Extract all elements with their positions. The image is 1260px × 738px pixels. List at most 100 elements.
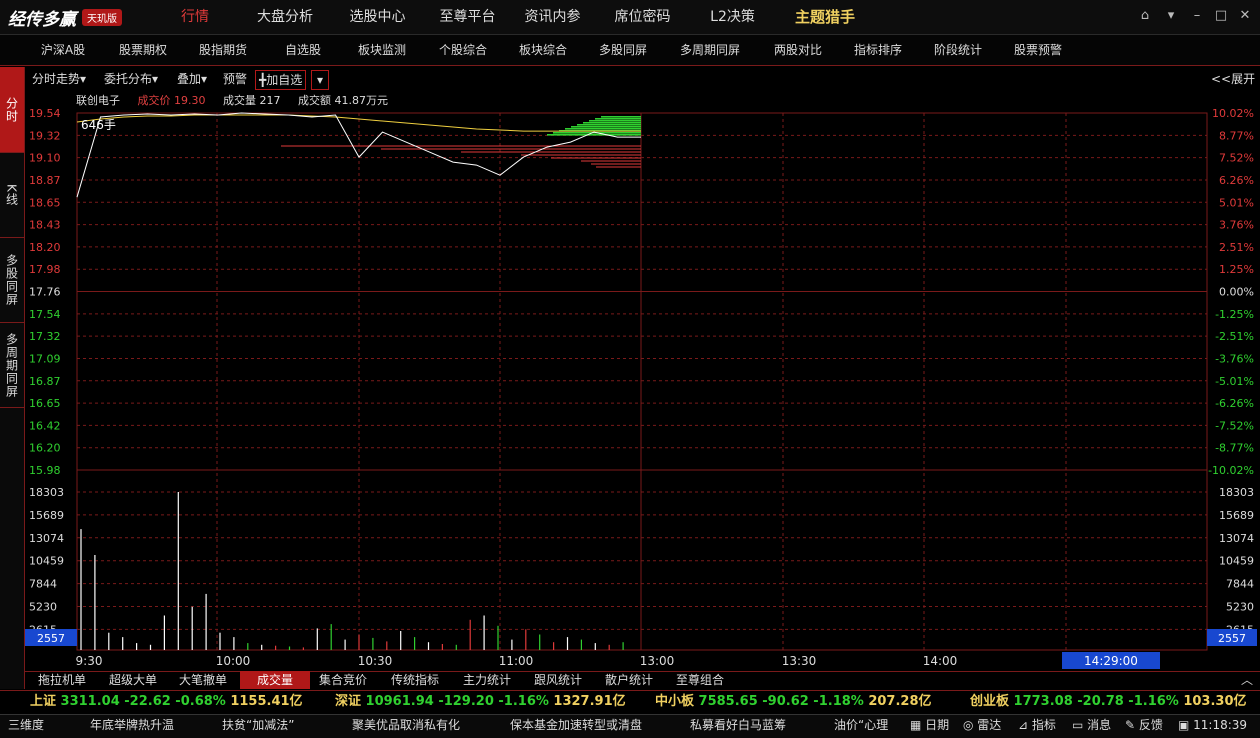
price-tick-label: 17.76 — [29, 286, 61, 299]
news-item-0[interactable]: 三维度 — [8, 714, 44, 737]
time-tick-label: 13:30 — [782, 654, 817, 668]
volume-tick-label-right: 7844 — [1226, 578, 1254, 591]
time-tick-label: 9:30 — [76, 654, 103, 668]
bottom-tab-4[interactable]: 集合竞价 — [311, 671, 375, 689]
bottom-tab-9[interactable]: 至尊组合 — [668, 671, 732, 689]
news-item-1[interactable]: 年底举牌热升温 — [90, 714, 174, 737]
bottom-tab-6[interactable]: 主力统计 — [455, 671, 519, 689]
pct-tick-label: -6.26% — [1215, 397, 1254, 410]
index-amount: 1327.91亿 — [553, 694, 626, 709]
collapse-icon[interactable]: ︿ — [1241, 671, 1253, 688]
time-tick-label: 10:00 — [216, 654, 251, 668]
index-name: 深证 — [335, 694, 366, 709]
news-item-2[interactable]: 扶贫“加减法” — [222, 714, 294, 737]
pct-tick-label: -8.77% — [1215, 442, 1254, 455]
bottom-tab-1[interactable]: 超级大单 — [101, 671, 165, 689]
pct-tick-label: -3.76% — [1215, 352, 1254, 365]
volume-tick-label-right: 10459 — [1219, 555, 1254, 568]
index-3[interactable]: 创业板 1773.08 -20.78 -1.16% 103.30亿 — [970, 690, 1247, 714]
price-tick-label: 19.54 — [29, 107, 61, 120]
pct-tick-label: 2.51% — [1219, 241, 1254, 254]
message-icon[interactable]: ▭ 消息 — [1072, 714, 1111, 737]
index-value: 3311.04 -22.62 -0.68% — [60, 694, 231, 709]
volume-current-left: 2557 — [37, 632, 65, 645]
bottom-tab-8[interactable]: 散户统计 — [597, 671, 661, 689]
price-tick-label: 18.20 — [29, 241, 61, 254]
index-2[interactable]: 中小板 7585.65 -90.62 -1.18% 207.28亿 — [655, 690, 932, 714]
price-tick-label: 19.10 — [29, 152, 61, 165]
pct-tick-label: -7.52% — [1215, 419, 1254, 432]
bottom-tab-7[interactable]: 跟风统计 — [526, 671, 590, 689]
volume-tick-label-right: 15689 — [1219, 509, 1254, 522]
order-qty-label: 646手 — [81, 118, 116, 132]
intraday-chart[interactable]: 19.54 10.02% 19.32 8.77% 19.10 7.52% 18.87 6.26… — [0, 0, 1260, 690]
pct-tick-label: 10.02% — [1212, 107, 1254, 120]
pct-tick-label: 7.52% — [1219, 152, 1254, 165]
clock-display[interactable]: ▣ 11:18:39 — [1178, 714, 1247, 737]
news-item-5[interactable]: 私募看好白马蓝筹 — [690, 714, 786, 737]
index-1[interactable]: 深证 10961.94 -129.20 -1.16% 1327.91亿 — [335, 690, 626, 714]
price-tick-label: 18.87 — [29, 174, 61, 187]
time-tick-label: 11:00 — [499, 654, 534, 668]
index-amount: 207.28亿 — [868, 694, 932, 709]
order-depth-bar-buy — [577, 124, 641, 126]
radar-icon[interactable]: ◎ 雷达 — [963, 714, 1001, 737]
indicator-icon[interactable]: ⊿ 指标 — [1018, 714, 1056, 737]
order-depth-bar-buy — [583, 122, 641, 124]
feedback-icon[interactable]: ✎ 反馈 — [1125, 714, 1163, 737]
pct-tick-label: -1.25% — [1215, 308, 1254, 321]
order-depth-bar-buy — [589, 120, 641, 122]
time-cursor-label: 14:29:00 — [1084, 654, 1138, 668]
index-value: 7585.65 -90.62 -1.18% — [698, 694, 869, 709]
order-depth-bar-buy — [565, 128, 641, 130]
bottom-tab-3[interactable]: 成交量 — [240, 671, 310, 689]
pct-tick-label: 1.25% — [1219, 263, 1254, 276]
index-value: 10961.94 -129.20 -1.16% — [365, 694, 554, 709]
volume-tick-label: 7844 — [29, 578, 57, 591]
news-item-6[interactable]: 油价“心理 — [834, 714, 888, 737]
volume-tick-label: 5230 — [29, 600, 57, 613]
time-tick-label: 13:00 — [640, 654, 675, 668]
volume-tick-label: 18303 — [29, 486, 64, 499]
volume-tick-label: 13074 — [29, 532, 64, 545]
time-tick-label: 14:00 — [923, 654, 958, 668]
index-0[interactable]: 上证 3311.04 -22.62 -0.68% 1155.41亿 — [30, 690, 303, 714]
order-depth-bar-buy — [595, 118, 641, 120]
index-name: 中小板 — [655, 694, 699, 709]
price-tick-label: 18.43 — [29, 219, 61, 232]
price-tick-label: 19.32 — [29, 129, 61, 142]
price-tick-label: 16.65 — [29, 397, 61, 410]
volume-tick-label-right: 13074 — [1219, 532, 1254, 545]
order-depth-bar-buy — [601, 116, 641, 118]
pct-tick-label: -10.02% — [1208, 464, 1254, 477]
volume-tick-label: 15689 — [29, 509, 64, 522]
pct-tick-label: 0.00% — [1219, 286, 1254, 299]
pct-tick-label: 5.01% — [1219, 196, 1254, 209]
bottom-tab-2[interactable]: 大笔撤单 — [171, 671, 235, 689]
price-tick-label: 16.42 — [29, 419, 61, 432]
index-amount: 103.30亿 — [1183, 694, 1247, 709]
price-tick-label: 17.32 — [29, 330, 61, 343]
price-tick-label: 16.20 — [29, 442, 61, 455]
news-item-3[interactable]: 聚美优品取消私有化 — [352, 714, 460, 737]
pct-tick-label: 3.76% — [1219, 219, 1254, 232]
calendar-icon[interactable]: ▦ 日期 — [910, 714, 949, 737]
pct-tick-label: 8.77% — [1219, 129, 1254, 142]
price-tick-label: 17.54 — [29, 308, 61, 321]
bottom-tab-5[interactable]: 传统指标 — [383, 671, 447, 689]
order-depth-bar-buy — [547, 134, 641, 136]
volume-tick-label-right: 18303 — [1219, 486, 1254, 499]
bottom-tab-0[interactable]: 拖拉机单 — [30, 671, 94, 689]
pct-tick-label: -5.01% — [1215, 375, 1254, 388]
index-value: 1773.08 -20.78 -1.16% — [1013, 694, 1184, 709]
order-depth-bar-buy — [571, 126, 641, 128]
volume-tick-label: 10459 — [29, 555, 64, 568]
index-name: 创业板 — [970, 694, 1014, 709]
pct-tick-label: 6.26% — [1219, 174, 1254, 187]
chart-frame — [76, 112, 1208, 651]
news-item-4[interactable]: 保本基金加速转型或清盘 — [510, 714, 642, 737]
time-tick-label: 10:30 — [358, 654, 393, 668]
price-tick-label: 16.87 — [29, 375, 61, 388]
index-amount: 1155.41亿 — [230, 694, 303, 709]
price-tick-label: 15.98 — [29, 464, 61, 477]
